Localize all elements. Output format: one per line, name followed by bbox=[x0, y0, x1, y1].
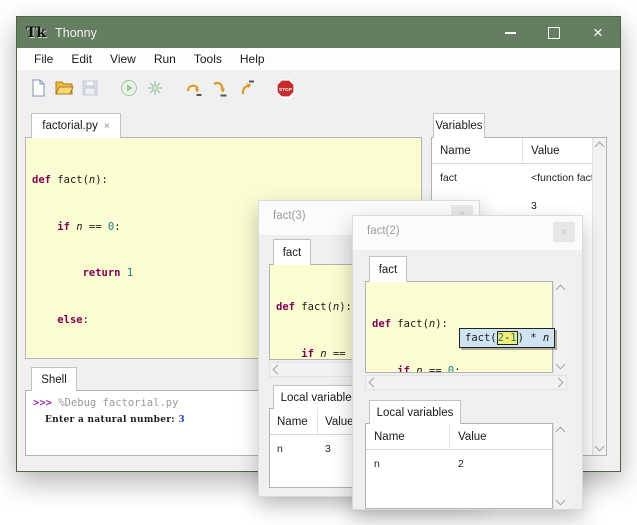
fact2-code-view[interactable]: def fact(n): if n == 0: return 1 else: r… bbox=[365, 281, 553, 373]
maximize-button[interactable] bbox=[532, 17, 576, 48]
step-out-button[interactable] bbox=[235, 76, 260, 101]
shell-tab-label: Shell bbox=[41, 374, 67, 386]
menu-run[interactable]: Run bbox=[145, 52, 185, 66]
fact2-locals-table: Name Value n 2 bbox=[365, 423, 553, 509]
column-value[interactable]: Value bbox=[449, 424, 552, 449]
close-icon: × bbox=[593, 24, 603, 41]
menu-file[interactable]: File bbox=[25, 52, 62, 66]
step-over-icon bbox=[184, 78, 204, 98]
new-file-button[interactable] bbox=[27, 76, 52, 101]
column-name[interactable]: Name bbox=[366, 431, 449, 443]
tab-shell[interactable]: Shell bbox=[31, 367, 77, 391]
scroll-up-icon[interactable] bbox=[556, 427, 566, 437]
maximize-icon bbox=[548, 27, 560, 39]
run-script-button[interactable] bbox=[118, 76, 143, 101]
fact2-close-button[interactable]: x bbox=[553, 222, 575, 242]
table-row[interactable]: n 2 bbox=[366, 450, 552, 478]
scroll-up-icon[interactable] bbox=[556, 285, 566, 295]
step-over-button[interactable] bbox=[183, 76, 208, 101]
scroll-down-icon[interactable] bbox=[556, 360, 566, 370]
save-file-icon bbox=[80, 78, 100, 98]
menu-tools[interactable]: Tools bbox=[185, 52, 231, 66]
fact2-locals-label: Local variables bbox=[377, 407, 454, 419]
menubar: File Edit View Run Tools Help bbox=[17, 48, 620, 70]
scroll-down-icon[interactable] bbox=[556, 496, 566, 506]
code-line: def fact(n): bbox=[32, 173, 421, 189]
desktop: { "window": { "title": "Thonny", "icon_t… bbox=[0, 0, 637, 525]
frame-window-fact2: fact(2) x fact def fact(n): if n == 0: r… bbox=[352, 215, 583, 510]
open-file-icon bbox=[54, 78, 74, 98]
minimize-icon bbox=[505, 32, 516, 34]
fact2-tab-fact[interactable]: fact bbox=[369, 256, 407, 282]
variables-tab-label: Variables bbox=[435, 120, 482, 132]
open-file-button[interactable] bbox=[53, 76, 78, 101]
debug-icon bbox=[145, 78, 165, 98]
step-into-button[interactable] bbox=[209, 76, 234, 101]
tab-factorial-py[interactable]: factorial.py × bbox=[31, 113, 121, 138]
stop-button[interactable]: STOP bbox=[274, 76, 299, 101]
close-button[interactable]: × bbox=[576, 17, 620, 48]
fact2-locals-header[interactable]: Name Value bbox=[366, 424, 552, 450]
fact3-tab-label: fact bbox=[283, 247, 302, 259]
run-icon bbox=[119, 78, 139, 98]
menu-edit[interactable]: Edit bbox=[62, 52, 101, 66]
variables-header[interactable]: Name Value bbox=[432, 138, 606, 164]
step-into-icon bbox=[210, 78, 230, 98]
stop-icon: STOP bbox=[275, 78, 296, 99]
table-row[interactable]: fact <function fact a bbox=[432, 164, 606, 192]
scroll-up-icon[interactable] bbox=[595, 142, 605, 152]
fact2-locals-tab[interactable]: Local variables bbox=[369, 400, 461, 424]
evaluated-expression-tooltip: fact(2-1) * n bbox=[459, 328, 555, 348]
menu-view[interactable]: View bbox=[101, 52, 145, 66]
scroll-left-icon[interactable] bbox=[273, 365, 283, 375]
debug-script-button[interactable] bbox=[144, 76, 169, 101]
column-name[interactable]: Name bbox=[270, 416, 317, 428]
svg-text:STOP: STOP bbox=[279, 86, 293, 92]
editor-tab-label: factorial.py bbox=[42, 120, 98, 132]
fact3-locals-label: Local variables bbox=[281, 392, 358, 404]
tab-close-icon[interactable]: × bbox=[104, 121, 110, 132]
menu-help[interactable]: Help bbox=[231, 52, 274, 66]
scroll-down-icon[interactable] bbox=[595, 442, 605, 452]
fact2-locals-vscrollbar[interactable] bbox=[553, 423, 567, 509]
column-name[interactable]: Name bbox=[432, 145, 522, 157]
scroll-left-icon[interactable] bbox=[369, 378, 379, 388]
scroll-right-icon[interactable] bbox=[554, 378, 564, 388]
titlebar[interactable]: Tk Thonny × bbox=[17, 17, 620, 48]
fact2-hscrollbar[interactable] bbox=[365, 375, 567, 390]
step-out-icon bbox=[236, 78, 256, 98]
toolbar: STOP bbox=[17, 70, 620, 106]
variables-scrollbar[interactable] bbox=[592, 138, 606, 455]
fact2-code-vscrollbar[interactable] bbox=[553, 281, 567, 373]
tab-variables[interactable]: Variables bbox=[433, 113, 485, 138]
fact3-title: fact(3) bbox=[273, 210, 306, 222]
minimize-button[interactable] bbox=[488, 17, 532, 48]
window-title: Thonny bbox=[55, 26, 97, 40]
fact2-tab-label: fact bbox=[379, 264, 398, 276]
fact2-title: fact(2) bbox=[367, 225, 400, 237]
save-file-button[interactable] bbox=[79, 76, 104, 101]
window-controls: × bbox=[488, 17, 620, 48]
thonny-app-icon: Tk bbox=[26, 26, 46, 40]
fact3-tab-fact[interactable]: fact bbox=[273, 239, 311, 265]
new-file-icon bbox=[28, 78, 48, 98]
